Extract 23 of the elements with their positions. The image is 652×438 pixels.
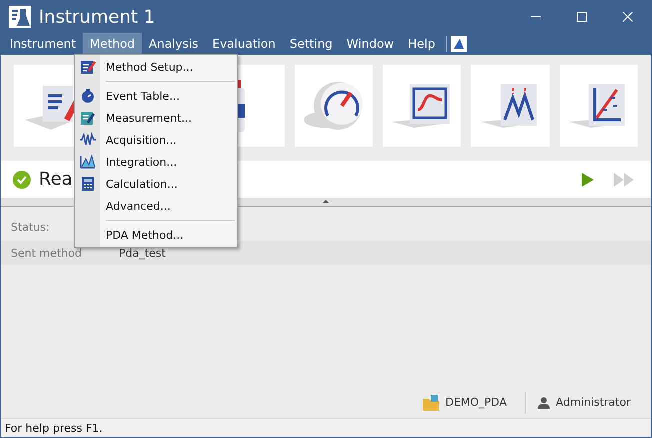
- dropdown-item[interactable]: Event Table...: [75, 85, 237, 107]
- field-label: Status:: [11, 220, 51, 234]
- project-name: DEMO_PDA: [445, 396, 507, 409]
- menu-item[interactable]: Instrument: [3, 33, 84, 55]
- dropdown-item[interactable]: Integration...: [75, 151, 237, 173]
- menu-item[interactable]: Help: [401, 33, 442, 55]
- menu-item[interactable]: Analysis: [142, 33, 206, 55]
- dropdown-item[interactable]: Advanced...: [75, 195, 237, 217]
- status-bar-text: For help press F1.: [5, 422, 103, 434]
- field-value: Pda_test: [119, 246, 166, 260]
- status-text: Rea: [39, 169, 73, 190]
- dropdown-item[interactable]: Method Setup...: [75, 56, 237, 78]
- field-label: Sent method: [11, 246, 84, 260]
- menu-item[interactable]: Method: [83, 33, 142, 55]
- dropdown-item[interactable]: Calculation...: [75, 173, 237, 195]
- dropdown-item[interactable]: PDA Method...: [75, 224, 237, 246]
- user-name: Administrator: [556, 396, 631, 409]
- menu-item[interactable]: Evaluation: [206, 33, 283, 55]
- menu-item[interactable]: Window: [340, 33, 402, 55]
- dropdown-item[interactable]: Acquisition...: [75, 129, 237, 151]
- window-title: Instrument 1: [39, 6, 156, 28]
- dropdown-item[interactable]: Measurement...: [75, 107, 237, 129]
- menu-item[interactable]: Setting: [282, 33, 340, 55]
